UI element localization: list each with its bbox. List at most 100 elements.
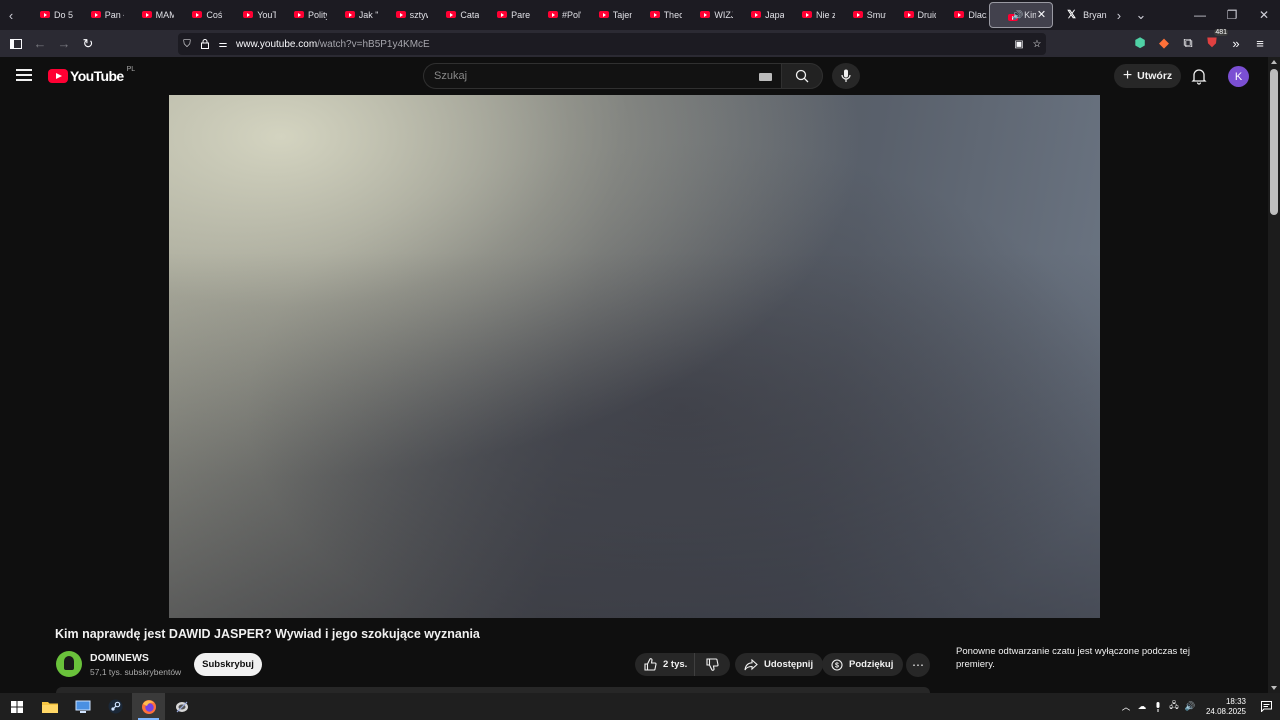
tab-item[interactable]: Theo — [632, 0, 682, 30]
create-label: Utwórz — [1137, 70, 1173, 82]
shield-icon[interactable]: ⛉ — [178, 33, 196, 55]
notifications-bell-icon[interactable] — [1190, 67, 1208, 85]
restore-icon[interactable]: ❐ — [1216, 0, 1248, 30]
voice-search-button[interactable] — [832, 63, 860, 89]
tab-scroll-right-icon[interactable]: › — [1108, 0, 1130, 30]
steam-icon[interactable] — [99, 693, 132, 720]
thanks-label: Podziękuj — [849, 659, 894, 670]
sidebar-toggle-icon[interactable] — [4, 32, 28, 56]
tab-scroll-left-icon[interactable]: ‹ — [0, 0, 22, 30]
tab-item[interactable]: MAM — [124, 0, 174, 30]
tab-item[interactable]: Japan — [733, 0, 784, 30]
close-tab-icon[interactable]: ✕ — [1037, 8, 1046, 21]
extensions-icon[interactable]: ⧉ — [1176, 31, 1200, 55]
keyboard-icon[interactable] — [759, 73, 772, 81]
youtube-logo[interactable]: YouTube PL — [48, 65, 136, 84]
tab-label: YouTu — [257, 10, 276, 20]
network-icon[interactable]: 🖧 — [1166, 700, 1182, 714]
create-button[interactable]: + Utwórz — [1114, 64, 1181, 88]
scroll-down-icon[interactable] — [1271, 686, 1277, 690]
scroll-up-icon[interactable] — [1271, 60, 1277, 64]
bookmark-star-icon[interactable]: ☆ — [1028, 33, 1046, 55]
youtube-favicon-icon — [497, 11, 508, 18]
tab-item[interactable]: Dlacz — [936, 0, 987, 30]
youtube-favicon-icon — [90, 11, 101, 18]
forward-icon[interactable]: → — [52, 32, 76, 56]
youtube-favicon-icon — [649, 11, 660, 18]
tab-item[interactable]: Nie zr — [784, 0, 835, 30]
tab-item[interactable]: Jak "k — [327, 0, 378, 30]
dislike-button[interactable] — [695, 658, 729, 671]
page-scrollbar[interactable] — [1268, 57, 1280, 693]
tab-item[interactable]: Parem — [479, 0, 530, 30]
minimize-icon[interactable]: — — [1184, 0, 1216, 30]
fox-extension-icon[interactable]: ◆ — [1152, 31, 1176, 55]
youtube-favicon-icon — [40, 11, 50, 18]
app-bird-icon[interactable] — [165, 693, 198, 720]
onedrive-icon[interactable]: ☁ — [1134, 701, 1150, 712]
account-avatar[interactable]: K — [1228, 66, 1249, 87]
tab-item[interactable]: Do 50 — [22, 0, 73, 30]
search-box[interactable] — [423, 63, 782, 89]
tab-item[interactable]: Pan Ł — [73, 0, 124, 30]
video-player[interactable] — [169, 95, 1100, 618]
video-title: Kim naprawdę jest DAWID JASPER? Wywiad i… — [55, 627, 480, 641]
tab-item[interactable]: Druid — [886, 0, 937, 30]
speaker-icon[interactable]: 🔊 — [1012, 10, 1023, 21]
tab-active[interactable]: 🔊 Kim ✕ — [989, 2, 1054, 28]
close-window-icon[interactable]: ✕ — [1248, 0, 1280, 30]
file-explorer-icon[interactable] — [33, 693, 66, 720]
channel-name[interactable]: DOMINEWS — [90, 652, 149, 664]
tab-item[interactable]: YouTu — [225, 0, 276, 30]
app-menu-icon[interactable]: ≡ — [1248, 31, 1272, 55]
start-windows-icon[interactable] — [0, 693, 33, 720]
system-tray: ︿ ☁ 🖧 🔊 18:33 24.08.2025 — [1118, 693, 1280, 720]
back-icon[interactable]: ← — [28, 32, 52, 56]
lock-icon[interactable] — [196, 33, 214, 55]
tab-item[interactable]: Polity — [276, 0, 327, 30]
notification-center-icon[interactable] — [1252, 701, 1280, 712]
tray-expand-icon[interactable]: ︿ — [1118, 701, 1134, 713]
search-button[interactable] — [781, 63, 823, 89]
volume-icon[interactable]: 🔊 — [1182, 701, 1198, 712]
search-input[interactable] — [434, 70, 734, 82]
tab-label: Polity — [307, 10, 327, 20]
tab-item[interactable]: sztyw — [378, 0, 428, 30]
more-actions-icon[interactable]: ⋯ — [906, 653, 930, 677]
share-label: Udostępnij — [764, 659, 814, 670]
tab-item[interactable]: WIZJC — [682, 0, 733, 30]
region-code: PL — [126, 65, 136, 73]
youtube-play-icon — [48, 69, 68, 83]
youtube-favicon-icon — [192, 11, 203, 18]
scrollbar-thumb[interactable] — [1270, 69, 1278, 215]
like-button[interactable]: 2 tys. — [635, 653, 695, 676]
remote-desktop-icon[interactable] — [66, 693, 99, 720]
channel-avatar[interactable] — [56, 651, 82, 677]
firefox-icon[interactable] — [132, 693, 165, 720]
tray-microphone-icon[interactable] — [1150, 701, 1166, 712]
permissions-icon[interactable]: ⚌ — [214, 33, 232, 55]
url-bar[interactable]: ⛉ ⚌ www.youtube.com/watch?v=hB5P1y4KMcE … — [178, 33, 1046, 55]
more-tools-icon[interactable]: » — [1224, 31, 1248, 55]
list-all-tabs-icon[interactable]: ⌄ — [1130, 0, 1152, 30]
reader-view-icon[interactable]: ▣ — [1010, 33, 1028, 55]
taskbar-clock[interactable]: 18:33 24.08.2025 — [1206, 697, 1246, 717]
tab-item[interactable]: Coś w — [174, 0, 225, 30]
thanks-button[interactable]: $ Podziękuj — [822, 653, 904, 676]
vpn-extension-icon[interactable]: ⬢ — [1128, 31, 1152, 55]
subscribe-button[interactable]: Subskrybuj — [194, 653, 262, 676]
tab-label: Pan Ł — [104, 10, 124, 20]
url-host: www.youtube.com — [236, 38, 318, 50]
reload-icon[interactable]: ↻ — [76, 32, 100, 56]
tab-item[interactable]: Catast — [428, 0, 479, 30]
tab-label: Druid — [917, 10, 937, 20]
ublock-icon[interactable]: ⛊ 481 — [1200, 29, 1228, 55]
guide-menu-icon[interactable] — [16, 69, 32, 81]
browser-nav-bar: ← → ↻ ⛉ ⚌ www.youtube.com/watch?v=hB5P1y… — [0, 29, 1280, 57]
url-text[interactable]: www.youtube.com/watch?v=hB5P1y4KMcE — [236, 39, 430, 50]
tab-item[interactable]: Smutr — [835, 0, 886, 30]
tab-item[interactable]: #Pol'a — [530, 0, 581, 30]
tab-x[interactable]: 𝕏 Bryan — [1057, 0, 1108, 30]
share-button[interactable]: Udostępnij — [735, 653, 824, 676]
tab-item[interactable]: Tajem — [581, 0, 632, 30]
